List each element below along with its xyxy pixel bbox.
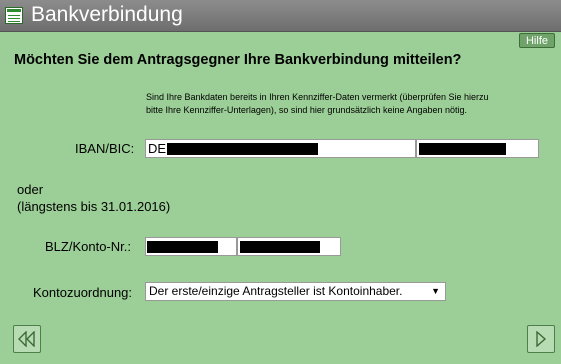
redacted-blz xyxy=(147,241,218,253)
right-arrow-icon xyxy=(536,331,547,347)
blz-input[interactable] xyxy=(145,237,237,256)
blz-label: BLZ/Konto-Nr.: xyxy=(45,239,131,254)
iban-input[interactable]: DE xyxy=(145,139,416,158)
kontozuordnung-select[interactable]: Der erste/einzige Antragsteller ist Kont… xyxy=(145,282,446,301)
iban-label: IBAN/BIC: xyxy=(75,141,135,156)
next-button[interactable] xyxy=(527,325,555,353)
form-icon xyxy=(5,7,23,24)
page-question: Möchten Sie dem Antragsgegner Ihre Bankv… xyxy=(14,52,462,68)
kontozuordnung-value: Der erste/einzige Antragsteller ist Kont… xyxy=(149,284,403,298)
iban-prefix: DE xyxy=(148,141,167,156)
hint-line-1: Sind Ihre Bankdaten bereits in Ihren Ken… xyxy=(146,92,489,102)
hint-line-2: bitte Ihre Kennziffer-Unterlagen), so si… xyxy=(146,105,468,115)
dropdown-arrow-icon: ▼ xyxy=(431,286,440,296)
redacted-iban xyxy=(167,143,318,155)
help-button[interactable]: Hilfe xyxy=(519,33,555,48)
deadline-note: (längstens bis 31.01.2016) xyxy=(17,199,171,214)
redacted-bic xyxy=(419,143,506,155)
konto-input[interactable] xyxy=(237,237,341,256)
double-left-arrow-icon xyxy=(18,331,35,347)
redacted-konto xyxy=(240,241,320,253)
hint-text: Sind Ihre Bankdaten bereits in Ihren Ken… xyxy=(146,91,561,117)
kontozuordnung-label: Kontozuordnung: xyxy=(33,285,133,300)
back-button[interactable] xyxy=(13,325,41,353)
window-title: Bankverbindung xyxy=(31,3,183,26)
oder-label: oder xyxy=(17,182,44,197)
bic-input[interactable] xyxy=(416,139,539,158)
title-bar: Bankverbindung xyxy=(0,0,561,32)
